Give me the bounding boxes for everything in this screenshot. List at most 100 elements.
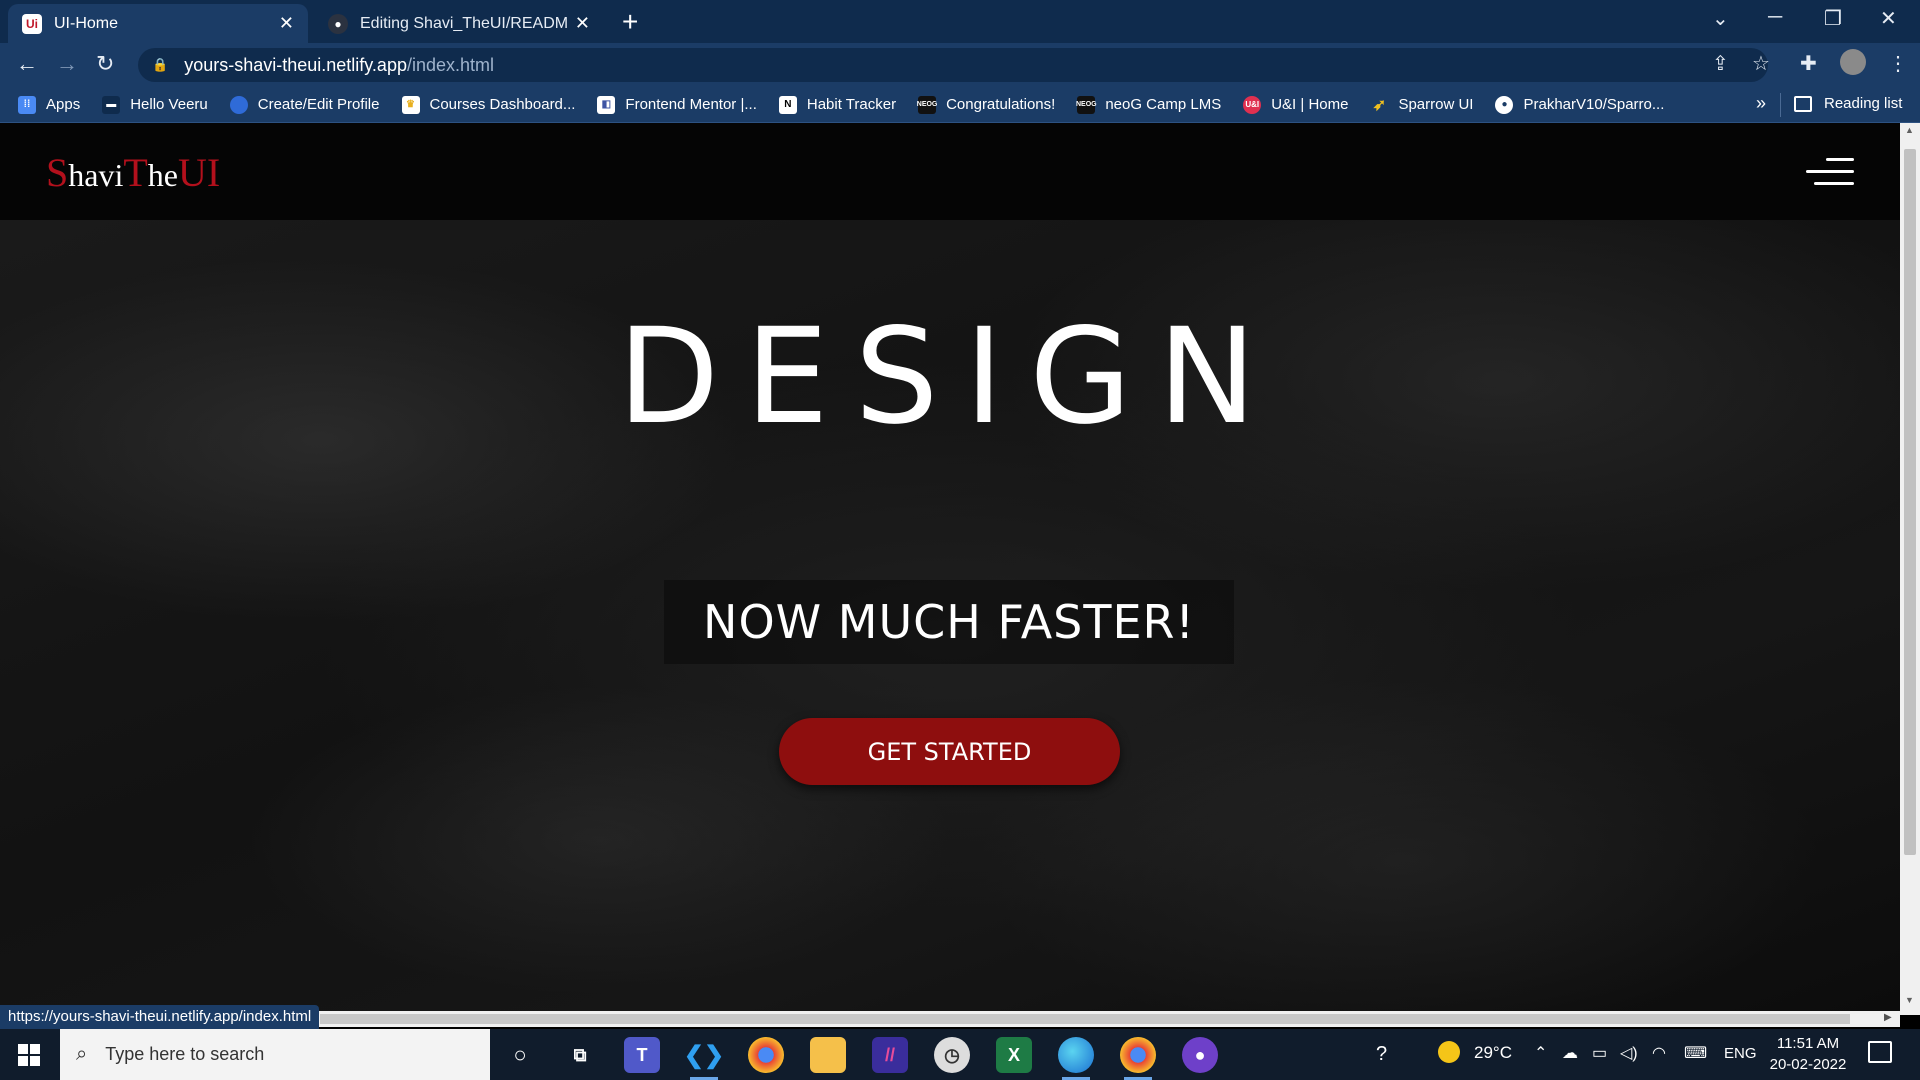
frontend-mentor-icon: ◧ <box>597 95 616 114</box>
file-explorer-icon[interactable] <box>810 1037 846 1073</box>
forward-button[interactable]: → <box>56 51 78 77</box>
reload-button[interactable]: ↻ <box>96 51 114 77</box>
bookmarks-bar: ⁞⁞ Apps ▬ Hello Veeru Create/Edit Profile … <box>0 87 1920 123</box>
weather-sun-icon[interactable] <box>1438 1041 1460 1063</box>
weather-temp[interactable]: 29°C <box>1474 1043 1512 1063</box>
bookmark-courses-dashboard[interactable]: ♛ Courses Dashboard... <box>401 95 576 114</box>
ui-logo-icon: Ui <box>22 13 42 34</box>
close-tab-icon[interactable]: ✕ <box>279 13 294 34</box>
help-icon[interactable]: ? <box>1376 1043 1387 1066</box>
clock-date: 20-02-2022 <box>1769 1056 1847 1073</box>
logo-s: S <box>46 150 69 195</box>
scroll-right-arrow-icon[interactable]: ▶ <box>1884 1012 1892 1023</box>
minimize-button[interactable]: ─ <box>1768 6 1782 29</box>
bookmark-label: neoG Camp LMS <box>1105 96 1222 113</box>
hero-title: DESIGN <box>617 300 1283 454</box>
apps-grid-icon: ⁞⁞ <box>18 95 36 114</box>
taskbar-clock[interactable]: 11:51 AM 20-02-2022 <box>1768 1033 1848 1075</box>
tab-title: Editing Shavi_TheUI/README.md <box>360 14 567 32</box>
language-indicator[interactable]: ENG <box>1724 1045 1757 1062</box>
bookmark-neog-camp-lms[interactable]: NEOG neoG Camp LMS <box>1076 95 1222 114</box>
clock-time: 11:51 AM <box>1776 1035 1840 1052</box>
bookmark-ui-home[interactable]: U&I U&I | Home <box>1243 95 1348 114</box>
app-slash-icon[interactable]: // <box>872 1037 908 1073</box>
tab-search-chevron-icon[interactable]: ⌄ <box>1712 6 1729 31</box>
restore-button[interactable]: ❐ <box>1824 6 1842 31</box>
tray-chevron-up-icon[interactable]: ⌃ <box>1534 1043 1547 1063</box>
close-tab-icon[interactable]: ✕ <box>575 13 590 34</box>
bookmark-sparrow-ui[interactable]: ➶ Sparrow UI <box>1370 96 1474 114</box>
new-tab-button[interactable]: + <box>622 6 638 38</box>
bookmark-label: Apps <box>46 96 81 113</box>
taskbar-search[interactable]: ⌕ Type here to search <box>60 1029 490 1080</box>
bookmark-label: Courses Dashboard... <box>429 96 576 113</box>
vertical-scrollbar[interactable]: ▲ ▼ <box>1900 123 1920 1015</box>
hello-veeru-icon: ▬ <box>102 95 121 114</box>
horizontal-scrollbar-thumb[interactable] <box>320 1014 1850 1024</box>
tab-ui-home[interactable]: Ui UI-Home ✕ <box>8 4 308 43</box>
link-status-bar: https://yours-shavi-theui.netlify.app/in… <box>0 1005 320 1029</box>
teams-icon[interactable]: T <box>624 1037 660 1073</box>
bookmark-prakharv10-sparrow[interactable]: ● PrakharV10/Sparro... <box>1495 95 1664 114</box>
github-desktop-icon[interactable]: ● <box>1182 1037 1218 1073</box>
bookmark-congratulations[interactable]: NEOG Congratulations! <box>917 95 1055 114</box>
battery-icon[interactable]: ▭ <box>1592 1043 1607 1063</box>
taskbar-search-placeholder: Type here to search <box>105 1044 265 1064</box>
tab-title: UI-Home <box>54 14 119 32</box>
bookmark-apps[interactable]: ⁞⁞ Apps <box>18 95 81 114</box>
cortana-icon[interactable]: ○ <box>502 1037 538 1073</box>
url-path: /index.html <box>406 54 495 75</box>
windows-start-icon[interactable] <box>18 1044 40 1066</box>
close-window-button[interactable]: ✕ <box>1880 6 1897 31</box>
ui-logo-icon: U&I <box>1243 95 1262 114</box>
notification-center-icon[interactable] <box>1868 1041 1892 1063</box>
more-bookmarks-chevron-icon[interactable]: » <box>1756 93 1766 114</box>
task-view-icon[interactable]: ⧉ <box>562 1037 598 1073</box>
edge-icon[interactable] <box>1058 1037 1094 1080</box>
bookmark-create-edit-profile[interactable]: Create/Edit Profile <box>229 95 380 114</box>
bookmark-label: Habit Tracker <box>806 96 897 113</box>
tab-editing-readme[interactable]: ● Editing Shavi_TheUI/README.md ✕ <box>314 4 604 43</box>
scroll-down-arrow-icon[interactable]: ▼ <box>1905 995 1914 1005</box>
logo-ui: UI <box>177 150 221 195</box>
address-bar[interactable]: 🔒 yours-shavi-theui.netlify.app/index.ht… <box>138 48 1768 82</box>
bookmark-label: Sparrow UI <box>1398 96 1474 113</box>
chrome-icon[interactable] <box>748 1037 784 1073</box>
scroll-up-arrow-icon[interactable]: ▲ <box>1905 125 1914 135</box>
logo-havi: havi <box>68 157 124 193</box>
bookmark-habit-tracker[interactable]: N Habit Tracker <box>778 95 897 114</box>
reading-list-button[interactable]: Reading list <box>1794 95 1902 112</box>
logo-t: T <box>123 150 148 195</box>
bookmark-frontend-mentor[interactable]: ◧ Frontend Mentor |... <box>597 95 757 114</box>
site-logo[interactable]: ShaviTheUI <box>46 149 220 196</box>
neog-icon: NEOG <box>917 95 937 114</box>
browser-tab-bar: Ui UI-Home ✕ ● Editing Shavi_TheUI/READM… <box>0 0 1920 43</box>
bookmarks-divider <box>1780 93 1781 117</box>
excel-icon[interactable]: X <box>996 1037 1032 1073</box>
hamburger-menu-icon[interactable] <box>1806 158 1854 192</box>
url-host: yours-shavi-theui.netlify.app <box>184 54 407 75</box>
onedrive-cloud-icon[interactable]: ☁ <box>1562 1043 1578 1063</box>
tagline-box: NOW MUCH FASTER! <box>664 580 1234 664</box>
share-icon[interactable]: ⇪ <box>1712 51 1729 76</box>
get-started-button[interactable]: GET STARTED <box>779 718 1120 785</box>
volume-icon[interactable]: ◁) <box>1620 1043 1638 1063</box>
neog-icon: NEOG <box>1076 95 1097 114</box>
back-button[interactable]: ← <box>16 51 38 77</box>
notion-icon: N <box>778 95 797 114</box>
wifi-icon[interactable]: ◠ <box>1652 1043 1666 1063</box>
extensions-puzzle-icon[interactable]: ✚ <box>1800 51 1817 76</box>
clock-app-icon[interactable]: ◷ <box>934 1037 970 1073</box>
bookmark-star-icon[interactable]: ☆ <box>1752 51 1770 76</box>
lock-icon: 🔒 <box>152 57 169 72</box>
profile-avatar[interactable] <box>1840 49 1866 75</box>
github-icon: ● <box>1495 95 1514 114</box>
chrome-active-icon[interactable] <box>1120 1037 1156 1080</box>
menu-kebab-icon[interactable]: ⋮ <box>1888 51 1908 76</box>
vertical-scrollbar-thumb[interactable] <box>1904 149 1916 855</box>
vscode-icon[interactable]: ❮❯ <box>684 1037 724 1080</box>
bookmark-hello-veeru[interactable]: ▬ Hello Veeru <box>102 95 208 114</box>
search-icon: ⌕ <box>76 1043 88 1065</box>
reading-list-label: Reading list <box>1824 95 1903 112</box>
keyboard-icon[interactable]: ⌨ <box>1684 1043 1707 1063</box>
